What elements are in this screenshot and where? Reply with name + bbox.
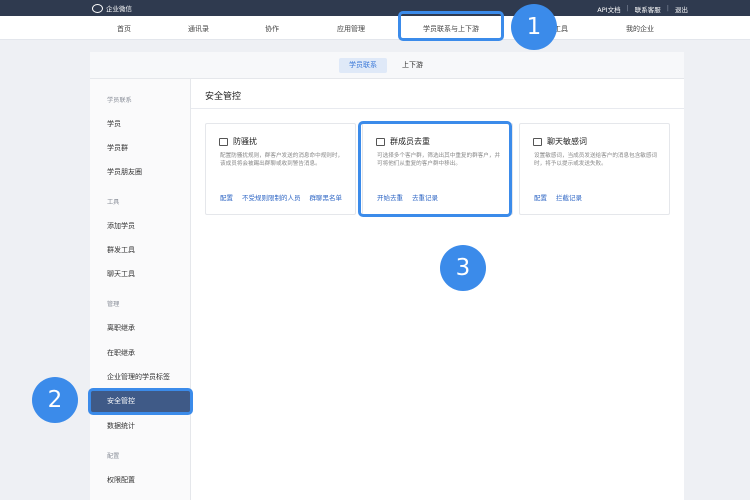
sidebar-section-title: 学员联系	[107, 97, 132, 104]
sidebar-item-add-customer[interactable]: 添加学员	[107, 221, 135, 231]
sidebar-section-title: 工具	[107, 199, 120, 206]
nav-app-management[interactable]: 应用管理	[337, 24, 365, 34]
separator: |	[626, 4, 629, 12]
configure-link[interactable]: 配置	[220, 192, 233, 202]
sidebar-item-broadcast[interactable]: 群发工具	[107, 245, 135, 255]
card-title: 防骚扰	[233, 137, 257, 146]
sidebar-item-moments[interactable]: 学员朋友圈	[107, 167, 142, 177]
card-sensitive-words: 聊天敏感词 设置敏感词，当成员发送给客户的消息包含敏感词时，将予以提示或发送失败…	[519, 123, 670, 215]
sidebar-item-customers[interactable]: 学员	[107, 119, 121, 129]
nav-home[interactable]: 首页	[117, 24, 131, 34]
nav-collaboration[interactable]: 协作	[265, 24, 279, 34]
step-badge-2: 2	[32, 377, 78, 423]
nav-my-enterprise[interactable]: 我的企业	[626, 24, 654, 34]
brand[interactable]: 企业微信	[92, 3, 132, 13]
page-title: 安全管控	[205, 92, 242, 102]
separator: |	[666, 4, 669, 12]
logout-link[interactable]: 退出	[675, 4, 688, 14]
highlight-card-box	[358, 121, 512, 217]
sidebar-item-enterprise-tags[interactable]: 企业管理的学员标签	[107, 372, 170, 382]
top-bar: 企业微信 API文档 | 联系客服 | 退出	[0, 0, 750, 16]
top-links: API文档 | 联系客服 | 退出	[597, 4, 688, 14]
shield-icon	[219, 137, 228, 146]
step-badge-1: 1	[511, 4, 557, 50]
nav-contacts[interactable]: 通讯录	[188, 24, 209, 34]
tab-customer-contact[interactable]: 学员联系	[339, 58, 387, 73]
group-blacklist-link[interactable]: 群聊黑名单	[310, 192, 343, 202]
divider	[191, 108, 684, 109]
sidebar: 学员联系 学员 学员群 学员朋友圈 工具 添加学员 群发工具 聊天工具 管理 离…	[90, 79, 191, 500]
sidebar-item-customer-groups[interactable]: 学员群	[107, 143, 128, 153]
contact-support-link[interactable]: 联系客服	[635, 4, 661, 14]
api-docs-link[interactable]: API文档	[597, 4, 620, 14]
brand-name: 企业微信	[106, 5, 132, 13]
step-badge-3: 3	[440, 245, 486, 291]
wecom-logo-icon	[92, 3, 103, 13]
sub-tabs: 学员联系 上下游	[90, 52, 684, 79]
tab-upstream-downstream[interactable]: 上下游	[392, 58, 433, 73]
exempt-users-link[interactable]: 不受规则限制的人员	[242, 192, 301, 202]
main-nav: 首页 通讯录 协作 应用管理 学员联系与上下游 工具 我的企业	[0, 16, 750, 40]
card-description: 设置敏感词，当成员发送给客户的消息包含敏感词时，将予以提示或发送失败。	[534, 153, 658, 167]
sidebar-item-chat-tools[interactable]: 聊天工具	[107, 269, 135, 279]
intercept-records-link[interactable]: 拦截记录	[556, 192, 582, 202]
sidebar-item-onjob-inherit[interactable]: 在职继承	[107, 348, 135, 358]
card-title: 聊天敏感词	[547, 137, 587, 146]
configure-link[interactable]: 配置	[534, 192, 547, 202]
highlight-sidebar-box	[88, 388, 193, 415]
sidebar-section-title: 配置	[107, 453, 120, 460]
highlight-nav-box	[398, 11, 504, 41]
sidebar-item-resigned-inherit[interactable]: 离职继承	[107, 323, 135, 333]
card-description: 配置防骚扰规则，群客户发送的消息命中规则时，该成员将会被踢出群聊或收到警告消息。	[220, 153, 344, 167]
sidebar-item-statistics[interactable]: 数据统计	[107, 421, 135, 431]
sidebar-section-title: 管理	[107, 301, 120, 308]
sidebar-item-permissions[interactable]: 权限配置	[107, 475, 135, 485]
card-anti-harassment: 防骚扰 配置防骚扰规则，群客户发送的消息命中规则时，该成员将会被踢出群聊或收到警…	[205, 123, 356, 215]
chat-icon	[533, 137, 542, 146]
